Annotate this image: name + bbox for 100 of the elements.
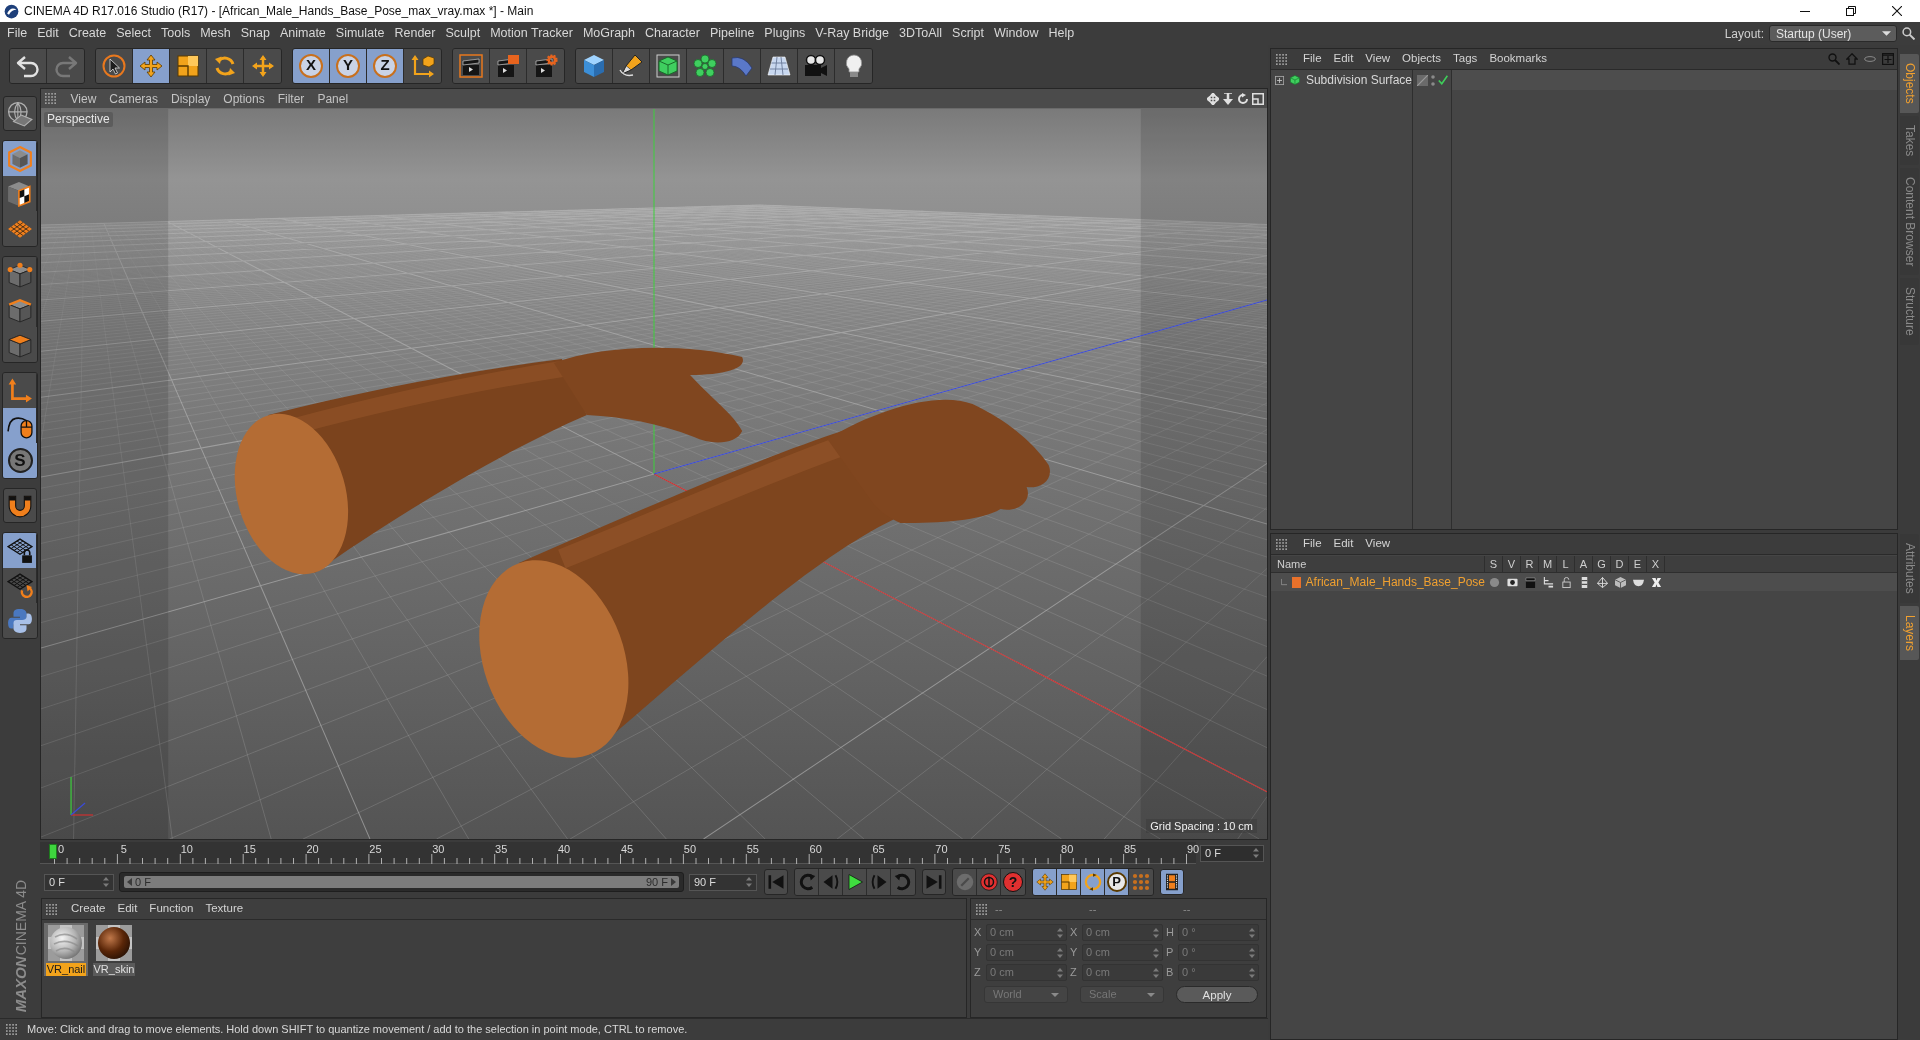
timeline-button[interactable] — [1160, 869, 1184, 895]
model-mode-button[interactable] — [3, 141, 37, 176]
spinner-arrows-icon[interactable] — [1057, 927, 1063, 938]
object-name[interactable]: Subdivision Surface — [1305, 71, 1412, 89]
menu-item[interactable]: Script — [947, 24, 990, 43]
menu-item[interactable]: Create — [63, 24, 112, 43]
layer-color-swatch[interactable] — [1292, 576, 1301, 588]
slashed-square-icon[interactable] — [1417, 74, 1428, 86]
menu-item[interactable]: File — [2, 24, 33, 43]
grid-rotate-button[interactable] — [3, 568, 37, 603]
cube-icon[interactable] — [1614, 576, 1626, 588]
python-button[interactable] — [3, 603, 37, 638]
axis-mode-button[interactable] — [3, 373, 37, 408]
column-header[interactable]: G — [1593, 556, 1611, 572]
spinner-arrows-icon[interactable] — [1057, 947, 1063, 958]
key-point-button[interactable] — [1129, 869, 1153, 895]
go-to-start-button[interactable] — [764, 869, 788, 895]
make-editable-button[interactable] — [3, 96, 37, 131]
menu-item[interactable]: MoGraph — [577, 24, 640, 43]
menu-item[interactable]: Panel — [310, 89, 355, 108]
x-shape-icon[interactable] — [1650, 576, 1662, 588]
deformer-button[interactable] — [724, 48, 761, 83]
grid-lock-button[interactable] — [3, 533, 37, 568]
range-slider-track[interactable]: 0 F 90 F — [119, 872, 684, 892]
light-button[interactable] — [835, 48, 872, 83]
playhead-marker[interactable] — [49, 844, 57, 859]
menu-item[interactable]: Texture — [199, 900, 250, 918]
spinner-arrows-icon[interactable] — [1249, 927, 1255, 938]
menu-item[interactable]: Sculpt — [440, 24, 486, 43]
menu-item[interactable]: Create — [65, 900, 112, 918]
column-header[interactable]: S — [1485, 556, 1503, 572]
layer-row[interactable]: African_Male_Hands_Base_Pose — [1271, 573, 1897, 591]
menu-item[interactable]: Tools — [156, 24, 196, 43]
panel-layout-icon[interactable] — [1252, 92, 1264, 105]
render-settings-button[interactable] — [527, 48, 564, 83]
menu-item[interactable]: 3DToAll — [894, 24, 948, 43]
record-button[interactable] — [977, 869, 1001, 895]
caret-right-icon[interactable] — [671, 878, 676, 886]
clapperboard-icon[interactable] — [1524, 576, 1536, 588]
spinner-arrows-icon[interactable] — [1057, 967, 1063, 978]
circular-arrow-icon[interactable] — [1237, 92, 1249, 105]
spinner-arrows-icon[interactable] — [1153, 927, 1159, 938]
menu-item[interactable]: Bookmarks — [1483, 50, 1553, 68]
layer-name[interactable]: African_Male_Hands_Base_Pose — [1305, 573, 1485, 591]
frame-field[interactable]: 0 F — [1200, 844, 1264, 862]
search-icon[interactable] — [1902, 27, 1915, 40]
live-selection-button[interactable] — [96, 48, 133, 83]
render-picture-button[interactable] — [490, 48, 527, 83]
range-bar[interactable]: 0 F 90 F — [124, 876, 679, 888]
spinner-arrows-icon[interactable] — [103, 877, 109, 887]
menu-item[interactable]: Objects — [1396, 50, 1448, 68]
record-help-button[interactable]: ? — [1001, 869, 1025, 895]
key-scale-button[interactable] — [1057, 869, 1081, 895]
menu-item[interactable]: Tags — [1447, 50, 1484, 68]
cloner-button[interactable] — [687, 48, 724, 83]
menu-item[interactable]: Character — [640, 24, 705, 43]
column-header[interactable]: X — [1647, 556, 1665, 572]
menu-item[interactable]: Display — [164, 89, 217, 108]
visibility-dots-icon[interactable] — [1431, 74, 1435, 86]
eye-icon[interactable] — [1506, 576, 1518, 588]
menu-item[interactable]: Edit — [32, 24, 64, 43]
menu-item[interactable]: Help — [1043, 24, 1080, 43]
grip-icon[interactable] — [1276, 538, 1287, 550]
grip-icon[interactable] — [46, 903, 57, 915]
cross-arrows-icon[interactable] — [1207, 92, 1219, 105]
move-button[interactable] — [133, 48, 170, 83]
layout-dropdown[interactable]: Startup (User) — [1769, 25, 1897, 42]
axis-lock-button[interactable]: Y — [330, 48, 367, 83]
workplane-mode-button[interactable] — [3, 211, 37, 246]
tweak-mode-button[interactable] — [3, 408, 37, 443]
points-mode-button[interactable] — [3, 257, 37, 292]
menu-item[interactable]: Cameras — [102, 89, 165, 108]
cube-button[interactable] — [576, 48, 613, 83]
floor-button[interactable] — [761, 48, 798, 83]
menu-item[interactable]: Filter — [271, 89, 311, 108]
menu-item[interactable]: Plugins — [759, 24, 811, 43]
play-button[interactable] — [843, 869, 867, 895]
menu-item[interactable]: View — [1359, 50, 1397, 68]
transform-button[interactable] — [244, 48, 281, 83]
frame-field[interactable]: 0 F — [44, 873, 114, 891]
texture-mode-button[interactable] — [3, 176, 37, 211]
menu-item[interactable]: View — [64, 89, 103, 108]
apply-button[interactable]: Apply — [1176, 986, 1258, 1003]
spinner-arrows-icon[interactable] — [1153, 967, 1159, 978]
column-header[interactable]: E — [1629, 556, 1647, 572]
menu-item[interactable]: File — [1297, 535, 1328, 553]
grip-icon[interactable] — [1276, 53, 1287, 65]
spinner-arrows-icon[interactable] — [1153, 947, 1159, 958]
axis-lock-button[interactable]: Z — [367, 48, 404, 83]
grip-icon[interactable] — [976, 903, 987, 915]
menu-item[interactable]: Pipeline — [704, 24, 760, 43]
menu-item[interactable]: Select — [111, 24, 156, 43]
coordinate-system-button[interactable] — [404, 48, 441, 83]
menu-item[interactable]: Render — [389, 24, 441, 43]
menu-item[interactable]: Animate — [274, 24, 331, 43]
column-header[interactable]: V — [1503, 556, 1521, 572]
menu-item[interactable]: Edit — [111, 900, 144, 918]
key-parameter-button[interactable]: P — [1105, 869, 1129, 895]
menu-item[interactable]: Simulate — [330, 24, 390, 43]
column-header[interactable]: A — [1575, 556, 1593, 572]
